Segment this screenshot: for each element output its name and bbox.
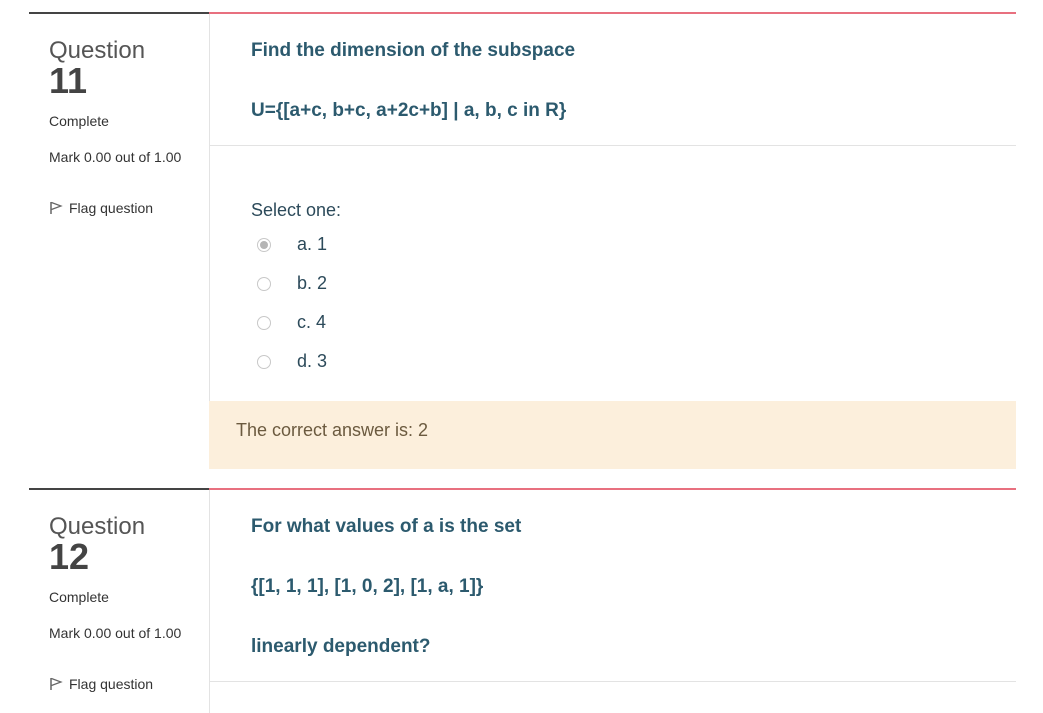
option-label: d. 3 (297, 351, 328, 371)
option-label: a. 1 (297, 234, 328, 254)
flag-icon (50, 677, 63, 690)
question-text-line: U={[a+c, b+c, a+2c+b] | a, b, c in R} (251, 100, 567, 121)
flag-question-label: Flag question (69, 676, 154, 692)
select-one-prompt: Select one: (251, 200, 342, 220)
question-info: Question 11 Complete Mark 0.00 out of 1.… (29, 12, 209, 216)
question-content: Find the dimension of the subspace U={[a… (209, 12, 1016, 469)
answer-option-a[interactable]: a. 1 (257, 234, 327, 255)
radio-button[interactable] (257, 354, 271, 369)
question-grade: Mark 0.00 out of 1.00 (49, 149, 182, 165)
question-block-11: Question 11 Complete Mark 0.00 out of 1.… (0, 0, 1043, 476)
option-label: b. 2 (297, 273, 328, 293)
flag-question-label: Flag question (69, 200, 154, 216)
question-number: 11 (49, 60, 88, 101)
question-content: For what values of a is the set {[1, 1, … (209, 488, 1016, 682)
option-label: c. 4 (297, 312, 327, 332)
question-text-line: For what values of a is the set (251, 516, 522, 537)
flag-question-button[interactable]: Flag question (49, 200, 153, 216)
question-text-line: {[1, 1, 1], [1, 0, 2], [1, a, 1]} (251, 576, 484, 597)
answer-option-c[interactable]: c. 4 (257, 312, 326, 333)
flag-icon (50, 201, 63, 214)
question-info: Question 12 Complete Mark 0.00 out of 1.… (29, 488, 209, 692)
question-state: Complete (49, 113, 109, 129)
correct-answer-text: The correct answer is: 2 (236, 420, 429, 440)
section-divider (209, 681, 1016, 682)
flag-question-button[interactable]: Flag question (49, 676, 153, 692)
question-state: Complete (49, 589, 109, 605)
question-text-line: Find the dimension of the subspace (251, 40, 576, 61)
radio-button[interactable] (257, 276, 271, 291)
radio-button[interactable] (257, 237, 271, 252)
question-grade: Mark 0.00 out of 1.00 (49, 625, 182, 641)
column-divider (209, 490, 210, 713)
answer-option-b[interactable]: b. 2 (257, 273, 327, 294)
question-number: 12 (49, 536, 90, 577)
question-text-line: linearly dependent? (251, 636, 431, 657)
section-divider (209, 145, 1016, 146)
answer-option-d[interactable]: d. 3 (257, 351, 327, 372)
column-divider (209, 14, 210, 401)
question-block-12: Question 12 Complete Mark 0.00 out of 1.… (0, 476, 1043, 713)
radio-button[interactable] (257, 315, 271, 330)
feedback-box: The correct answer is: 2 (209, 401, 1016, 469)
